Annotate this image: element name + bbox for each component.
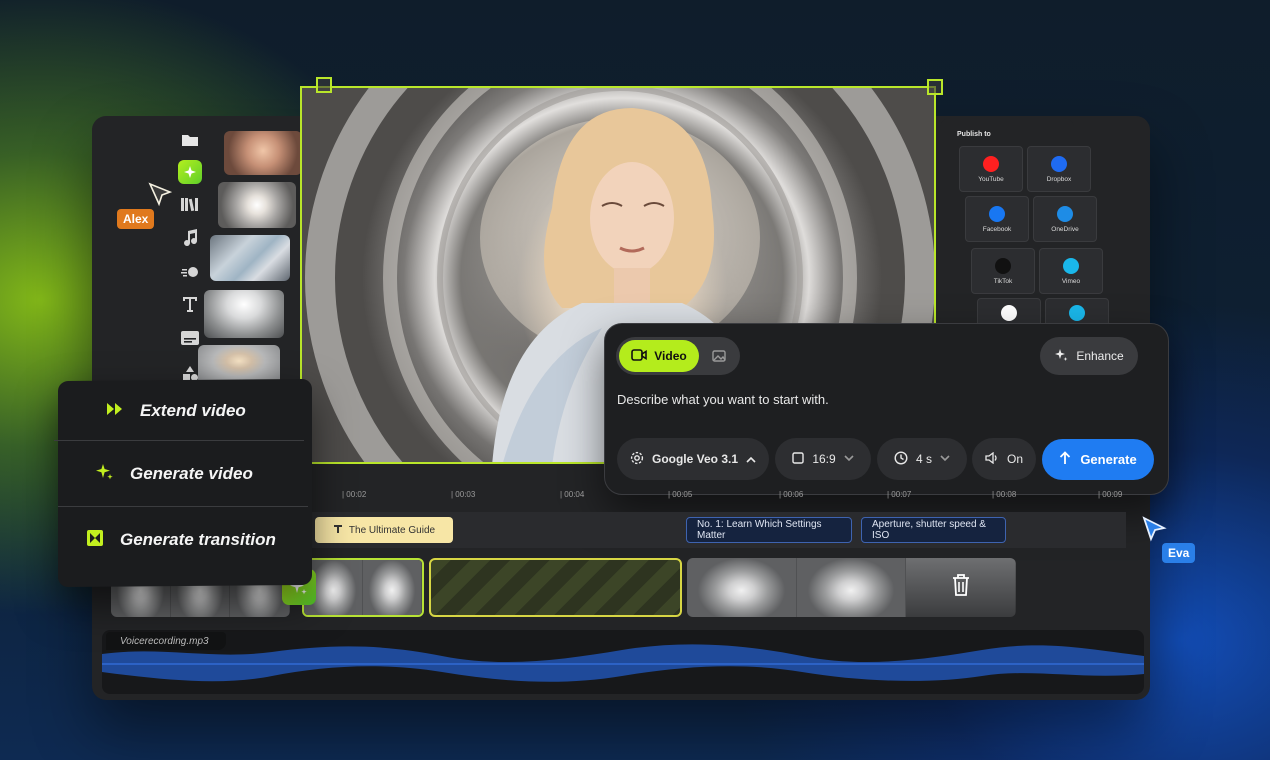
aspect-ratio-label: 16:9 bbox=[812, 452, 836, 466]
chevron-down-icon bbox=[844, 454, 854, 465]
tiktok-icon bbox=[995, 257, 1011, 274]
model-label: Google Veo 3.1 bbox=[651, 452, 739, 466]
time-tick: | 00:08 bbox=[992, 490, 1017, 499]
trash-icon bbox=[951, 573, 971, 602]
video-clip-selected[interactable] bbox=[302, 558, 424, 617]
image-mode-icon[interactable] bbox=[709, 346, 729, 366]
facebook-icon bbox=[989, 205, 1005, 222]
google-drive-icon bbox=[1001, 305, 1017, 321]
title-clip[interactable]: Aperture, shutter speed & ISO bbox=[861, 517, 1006, 543]
menu-divider bbox=[54, 440, 304, 441]
collaborator-label-alex: Alex bbox=[117, 209, 155, 229]
aspect-ratio-select[interactable]: 16:9 bbox=[775, 438, 871, 480]
media-thumbnail[interactable] bbox=[218, 182, 296, 228]
menu-item-label: Generate video bbox=[130, 464, 253, 483]
resize-handle[interactable] bbox=[316, 77, 332, 93]
onedrive-icon bbox=[1057, 205, 1073, 222]
sparkles-icon bbox=[94, 462, 116, 487]
chevron-up-icon bbox=[746, 452, 756, 466]
time-tick: | 00:03 bbox=[451, 490, 476, 499]
publish-target-dropbox[interactable]: Dropbox bbox=[1027, 146, 1091, 192]
ai-sparkle-icon[interactable] bbox=[178, 160, 202, 184]
duration-label: 4 s bbox=[915, 452, 932, 466]
transition-icon bbox=[84, 529, 106, 552]
time-tick: | 00:02 bbox=[342, 490, 367, 499]
vimeo-icon bbox=[1063, 257, 1079, 274]
enhance-button[interactable]: Enhance bbox=[1040, 337, 1138, 375]
audio-track[interactable] bbox=[102, 630, 1144, 694]
audio-toggle[interactable]: On bbox=[972, 438, 1036, 480]
model-select[interactable]: Google Veo 3.1 bbox=[617, 438, 769, 480]
video-clip[interactable] bbox=[687, 558, 1016, 617]
text-icon bbox=[333, 524, 343, 537]
menu-item-generate-transition[interactable]: Generate transition bbox=[52, 527, 306, 553]
fast-forward-icon bbox=[104, 402, 126, 421]
prompt-input[interactable]: Describe what you want to start with. bbox=[617, 392, 829, 407]
clock-icon bbox=[894, 450, 908, 468]
publish-target-label: Vimeo bbox=[1061, 277, 1081, 285]
generate-button[interactable]: Generate bbox=[1042, 439, 1154, 480]
title-clip-label: The Ultimate Guide bbox=[348, 524, 436, 536]
menu-item-generate-video[interactable]: Generate video bbox=[62, 461, 316, 487]
time-tick: | 00:06 bbox=[779, 490, 804, 499]
menu-item-label: Generate transition bbox=[120, 530, 276, 549]
time-tick: | 00:05 bbox=[668, 490, 693, 499]
title-clip[interactable]: No. 1: Learn Which Settings Matter bbox=[686, 517, 852, 543]
menu-item-label: Extend video bbox=[140, 401, 246, 420]
resize-handle[interactable] bbox=[927, 79, 943, 95]
text-icon[interactable] bbox=[176, 292, 204, 316]
publish-target-label: Dropbox bbox=[1046, 175, 1072, 183]
video-camera-icon bbox=[631, 348, 648, 364]
folder-icon[interactable] bbox=[176, 128, 204, 152]
generate-label: Generate bbox=[1080, 452, 1137, 467]
publish-target-label: OneDrive bbox=[1051, 225, 1079, 233]
title-clip[interactable]: The Ultimate Guide bbox=[315, 517, 453, 543]
library-icon[interactable] bbox=[176, 192, 204, 216]
mode-video-label: Video bbox=[654, 349, 687, 363]
publish-title: Publish to bbox=[957, 131, 991, 138]
youtube-icon bbox=[983, 155, 999, 172]
publish-target-tiktok[interactable]: TikTok bbox=[971, 248, 1035, 294]
arrow-up-icon bbox=[1059, 451, 1071, 468]
publish-target-label: YouTube bbox=[978, 175, 1004, 183]
motion-icon[interactable] bbox=[176, 260, 204, 284]
collaborator-label-eva: Eva bbox=[1162, 543, 1196, 563]
sparkle-icon bbox=[1054, 348, 1068, 365]
mode-video-button[interactable]: Video bbox=[619, 340, 699, 372]
audio-waveform bbox=[102, 644, 1144, 682]
chevron-down-icon bbox=[940, 454, 950, 465]
menu-item-extend-video[interactable]: Extend video bbox=[72, 398, 326, 424]
publish-target-youtube[interactable]: YouTube bbox=[959, 146, 1023, 192]
media-thumbnail[interactable] bbox=[210, 235, 290, 281]
media-thumbnail[interactable] bbox=[204, 290, 284, 338]
time-tick: | 00:04 bbox=[560, 490, 585, 499]
generated-clip-placeholder[interactable] bbox=[429, 558, 682, 617]
time-tick: | 00:07 bbox=[887, 490, 912, 499]
publish-target-facebook[interactable]: Facebook bbox=[965, 196, 1029, 242]
enhance-label: Enhance bbox=[1076, 349, 1124, 363]
audio-label: On bbox=[1006, 452, 1023, 466]
settings-icon bbox=[630, 451, 644, 468]
play-circle-icon bbox=[1069, 305, 1085, 321]
duration-select[interactable]: 4 s bbox=[877, 438, 967, 480]
publish-target-label: Facebook bbox=[982, 225, 1012, 233]
timeline-ruler: | 00:02 | 00:03 | 00:04 | 00:05 | 00:06 … bbox=[310, 490, 1130, 506]
music-icon[interactable] bbox=[176, 226, 204, 250]
square-icon bbox=[792, 451, 805, 467]
publish-target-label: TikTok bbox=[993, 277, 1013, 285]
audio-file-label: Voicerecording.mp3 bbox=[106, 632, 226, 650]
publish-target-vimeo[interactable]: Vimeo bbox=[1039, 248, 1103, 294]
speaker-icon bbox=[985, 451, 999, 467]
publish-target-onedrive[interactable]: OneDrive bbox=[1033, 196, 1097, 242]
dropbox-icon bbox=[1051, 155, 1067, 172]
menu-divider bbox=[58, 506, 308, 507]
time-tick: | 00:09 bbox=[1098, 490, 1123, 499]
delete-clip-button[interactable] bbox=[906, 558, 1016, 617]
media-thumbnail[interactable] bbox=[224, 131, 302, 175]
